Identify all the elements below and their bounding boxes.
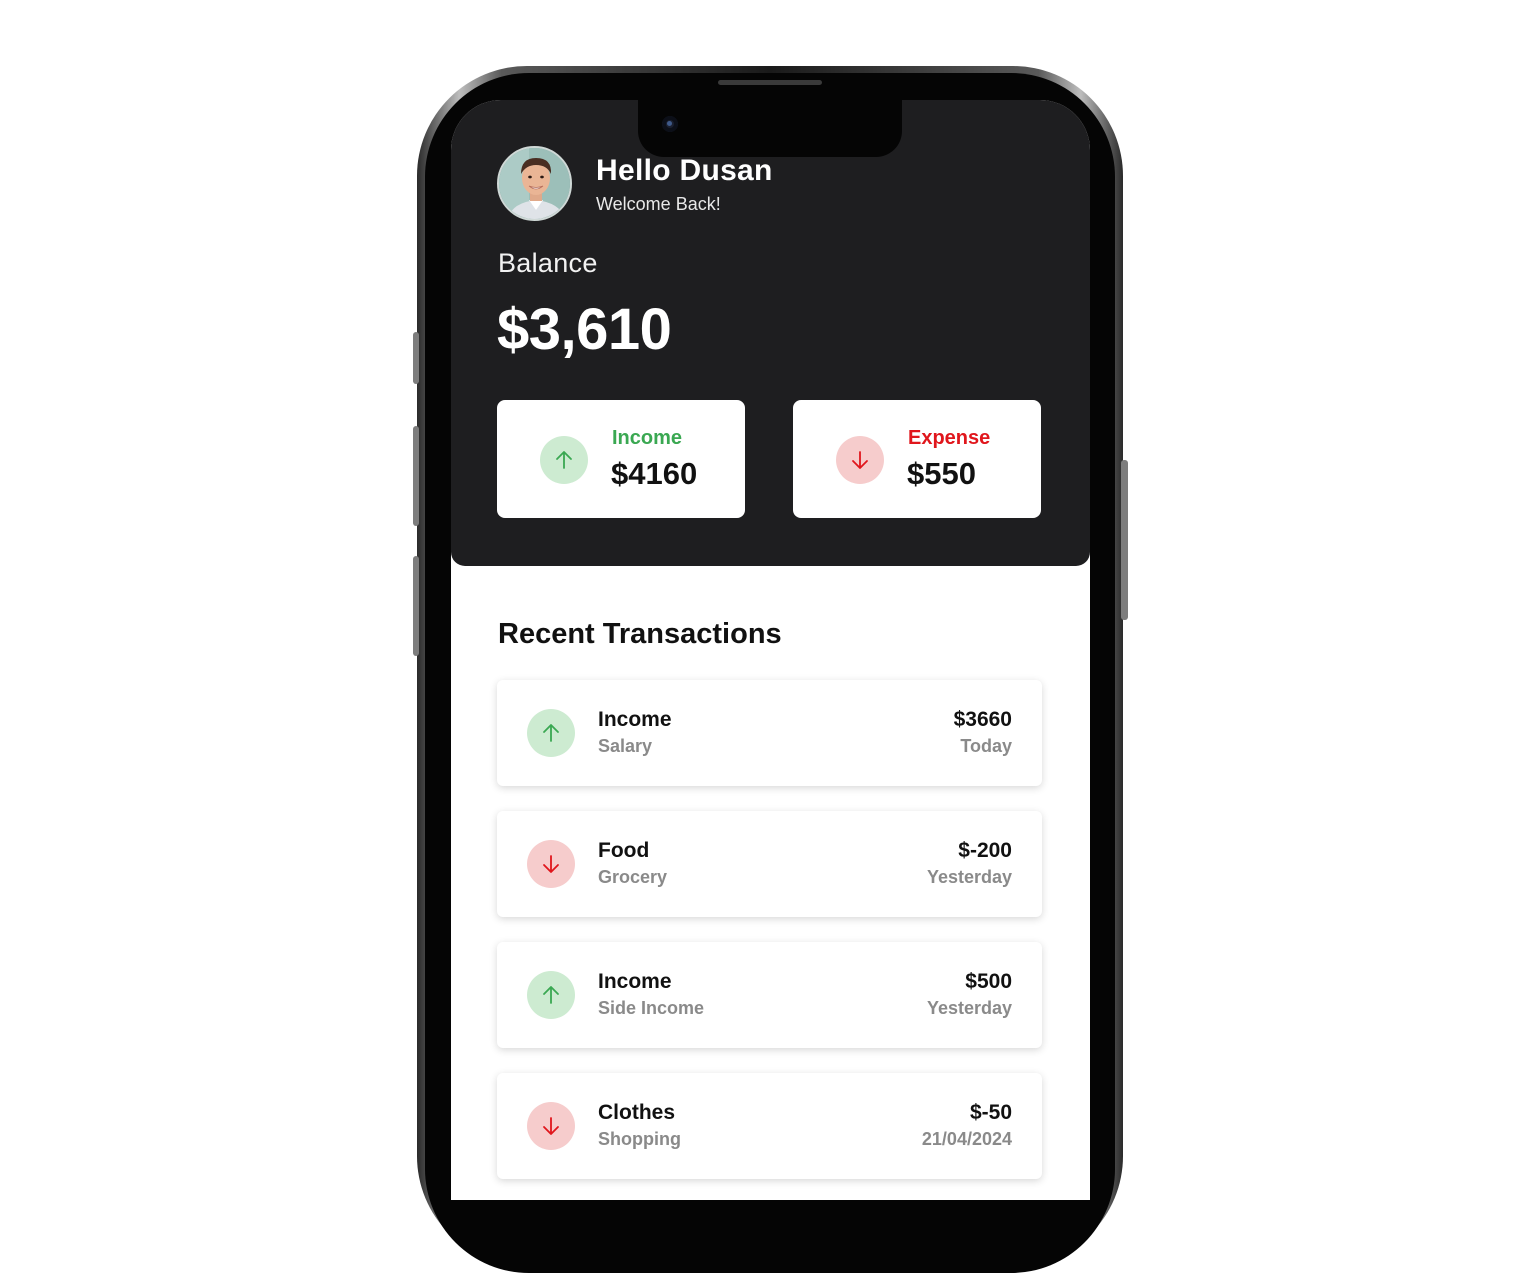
transaction-date: Yesterday bbox=[926, 998, 1012, 1018]
arrow-down-icon bbox=[527, 1102, 575, 1150]
transaction-card[interactable]: Income Side Income $500 Yesterday bbox=[497, 942, 1042, 1048]
balance-value: $3,610 bbox=[497, 297, 672, 362]
phone-notch bbox=[638, 100, 902, 157]
balance-header: Hello Dusan Welcome Back! Balance $3,610… bbox=[451, 100, 1090, 566]
app-screen: Hello Dusan Welcome Back! Balance $3,610… bbox=[451, 100, 1090, 1200]
arrow-up-icon bbox=[527, 971, 575, 1019]
power-button bbox=[1121, 460, 1128, 620]
transaction-category: Salary bbox=[598, 736, 653, 756]
transaction-amount: $-50 bbox=[969, 1101, 1012, 1124]
transaction-card[interactable]: Food Grocery $-200 Yesterday bbox=[497, 811, 1042, 917]
greeting-title: Hello Dusan bbox=[596, 154, 773, 187]
earpiece-speaker bbox=[718, 80, 822, 85]
transaction-amount: $-200 bbox=[958, 839, 1012, 862]
arrow-down-icon bbox=[527, 840, 575, 888]
avatar-photo bbox=[499, 148, 570, 219]
front-camera-icon bbox=[662, 116, 678, 132]
transaction-card[interactable]: Income Salary $3660 Today bbox=[497, 680, 1042, 786]
transaction-title: Income bbox=[598, 708, 672, 731]
recent-transactions-title: Recent Transactions bbox=[498, 618, 782, 650]
transaction-title: Income bbox=[598, 970, 672, 993]
income-summary-card[interactable]: Income $4160 bbox=[497, 400, 745, 518]
silent-switch bbox=[413, 332, 419, 384]
transaction-date: Yesterday bbox=[926, 867, 1012, 887]
income-label: Income bbox=[612, 427, 683, 449]
balance-label: Balance bbox=[498, 248, 598, 278]
transaction-amount: $3660 bbox=[953, 708, 1012, 731]
expense-summary-card[interactable]: Expense $550 bbox=[793, 400, 1041, 518]
income-value: $4160 bbox=[611, 456, 698, 491]
transaction-category: Grocery bbox=[598, 867, 668, 887]
avatar[interactable] bbox=[497, 146, 572, 221]
expense-label: Expense bbox=[908, 427, 991, 449]
transaction-amount: $500 bbox=[965, 970, 1012, 993]
arrow-up-icon bbox=[540, 436, 588, 484]
arrow-down-icon bbox=[836, 436, 884, 484]
transaction-title: Food bbox=[598, 839, 650, 862]
volume-down-button bbox=[413, 556, 419, 656]
greeting-subtitle: Welcome Back! bbox=[596, 194, 721, 214]
transaction-card[interactable]: Clothes Shopping $-50 21/04/2024 bbox=[497, 1073, 1042, 1179]
transaction-category: Side Income bbox=[598, 998, 705, 1018]
arrow-up-icon bbox=[527, 709, 575, 757]
volume-up-button bbox=[413, 426, 419, 526]
expense-value: $550 bbox=[907, 456, 976, 491]
transaction-title: Clothes bbox=[598, 1101, 676, 1124]
transaction-date: Today bbox=[960, 736, 1012, 756]
